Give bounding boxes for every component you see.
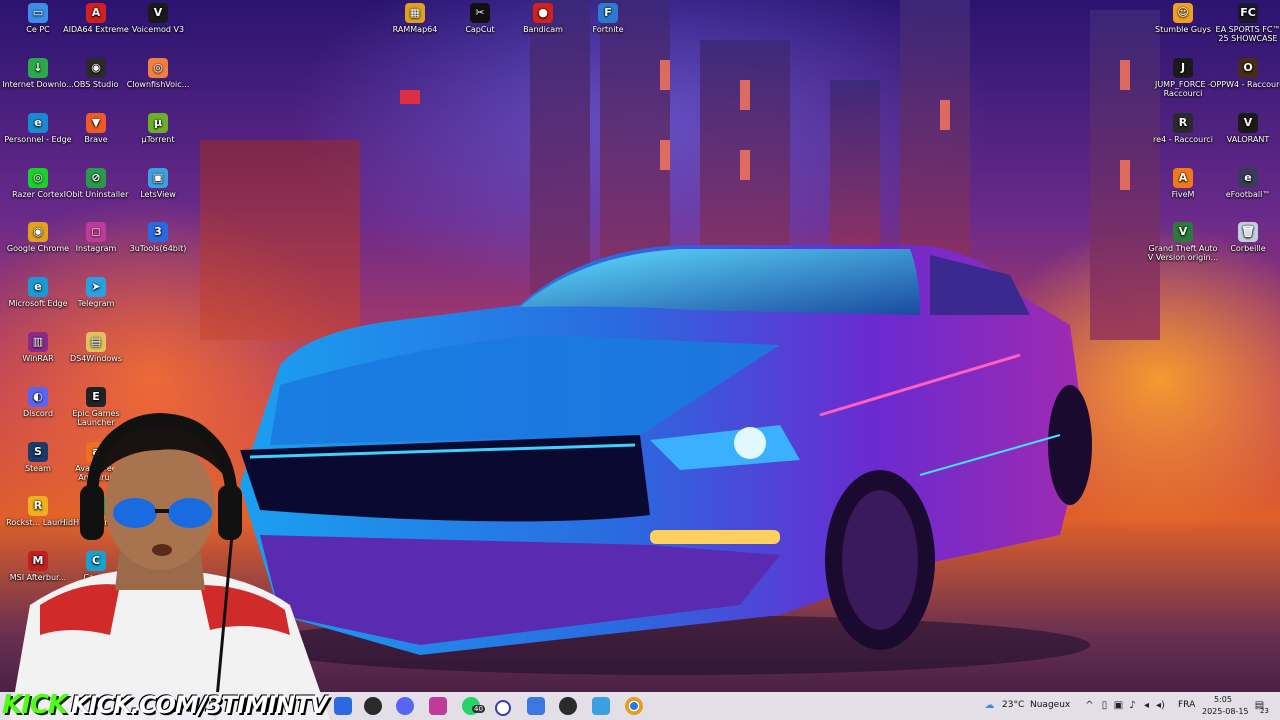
app-icon: ⊘ [86, 168, 106, 188]
lit-window [740, 150, 750, 180]
desktop-icon-torrent[interactable]: µ µTorrent [120, 113, 196, 144]
app-icon: J [1173, 58, 1193, 78]
sports-car-illustration [240, 245, 1092, 675]
desktop-icon-label: LetsView [140, 190, 176, 199]
lit-window [400, 90, 420, 104]
language-indicator[interactable]: FRA [1178, 700, 1195, 710]
desktop-icon-label: EA SPORTS FC™ 25 SHOWCASE [1215, 25, 1280, 43]
desktop-icon-label: eFootball™ [1225, 190, 1271, 199]
app-icon: ◻ [86, 222, 106, 242]
kick-channel-url: KICK.COM/3TIMINTV [71, 691, 328, 719]
kick-logo: KICK [2, 690, 68, 720]
desktop-icon-label: Corbeille [1230, 244, 1266, 253]
app-icon: ▭ [28, 3, 48, 23]
app-icon: A [86, 3, 106, 23]
lit-window [660, 60, 670, 90]
clock-date[interactable]: 2025-08-15 [1202, 707, 1249, 716]
app-icon: ◎ [148, 58, 168, 78]
lit-window [740, 80, 750, 110]
notification-count[interactable]: 23 [1260, 707, 1269, 715]
volume-icon[interactable]: ◂) [1155, 700, 1166, 711]
taskbar-whatsapp-icon[interactable]: 40 [462, 697, 485, 715]
kick-stream-banner: KICK KICK.COM/3TIMINTV [0, 690, 328, 720]
desktop-icon-label: 3uTools(64bit) [129, 244, 187, 253]
streamer-webcam [10, 413, 330, 720]
taskbar-obs-icon[interactable] [364, 697, 382, 715]
app-icon: ✂ [470, 3, 490, 23]
desktop-icon-valorant[interactable]: V VALORANT [1210, 113, 1280, 144]
desktop-icon-label: Telegram [77, 299, 115, 308]
taskbar-app-icon[interactable] [334, 697, 352, 715]
desktop-icon-label: µTorrent [141, 135, 175, 144]
desktop-icon-label: ClownfishVoic... [126, 80, 190, 89]
lit-window [940, 100, 950, 130]
desktop-icon-ea-sports-fc-25-showcase[interactable]: FC EA SPORTS FC™ 25 SHOWCASE [1210, 3, 1280, 43]
desktop-icon-oppw4-raccourci[interactable]: O OPPW4 - Raccourci [1210, 58, 1280, 89]
desktop-icon-voicemod-v3[interactable]: V Voicemod V3 [120, 3, 196, 34]
app-icon: ◉ [28, 222, 48, 242]
taskbar-player-icon[interactable] [559, 697, 577, 715]
desktop-icon-telegram[interactable]: ➤ Telegram [58, 277, 134, 308]
lit-window [660, 140, 670, 170]
app-icon: ☺ [1173, 3, 1193, 23]
desktop-icon-efootball[interactable]: e eFootball™ [1210, 168, 1280, 199]
app-icon: ▼ [86, 113, 106, 133]
whatsapp-badge: 40 [472, 705, 485, 713]
app-icon: O [1238, 58, 1258, 78]
desktop-icon-corbeille[interactable]: 🗑 Corbeille [1210, 222, 1280, 253]
app-icon: ◉ [86, 58, 106, 78]
app-icon: e [28, 277, 48, 297]
taskbar-game-icon[interactable] [527, 697, 545, 715]
tray-sound-icon[interactable]: ◂ [1141, 700, 1152, 711]
desktop-icon-label: DS4Windows [69, 354, 123, 363]
app-icon: FC [1238, 3, 1258, 23]
app-icon: ➤ [86, 277, 106, 297]
desktop-icon-label: OPPW4 - Raccourci [1210, 80, 1280, 89]
taskbar-instagram-icon[interactable] [429, 697, 447, 715]
taskbar-security-icon[interactable] [592, 697, 610, 715]
app-icon: e [28, 113, 48, 133]
app-icon: V [1173, 222, 1193, 242]
app-icon: ● [533, 3, 553, 23]
weather-cloud-icon[interactable]: ☁ [984, 700, 995, 711]
weather-temperature[interactable]: 23°C [1002, 700, 1024, 710]
desktop-icon-clownfishvoic[interactable]: ◎ ClownfishVoic... [120, 58, 196, 89]
skyline-building [830, 80, 880, 260]
clock-time[interactable]: 5:05 [1214, 695, 1232, 704]
desktop-icon-label: VALORANT [1226, 135, 1270, 144]
app-icon: ▤ [86, 332, 106, 352]
taskbar-chrome-icon[interactable] [625, 697, 643, 715]
app-icon: A [1173, 168, 1193, 188]
tray-app-icon[interactable]: ▯ [1099, 700, 1110, 711]
lit-window [1120, 160, 1130, 190]
app-icon: F [598, 3, 618, 23]
chevron-up-icon[interactable]: ^ [1084, 700, 1095, 711]
app-icon: V [1238, 113, 1258, 133]
app-icon: R [1173, 113, 1193, 133]
app-icon: ▣ [148, 168, 168, 188]
taskbar-discord-icon[interactable] [396, 697, 414, 715]
app-icon: 🗑 [1238, 222, 1258, 242]
desktop-icon-3utools-64bit[interactable]: 3 3uTools(64bit) [120, 222, 196, 253]
app-icon: V [148, 3, 168, 23]
desktop-icon-label: Fortnite [592, 25, 624, 34]
app-icon: ▥ [28, 332, 48, 352]
app-icon: 3 [148, 222, 168, 242]
tray-app-icon-2[interactable]: ▣ [1113, 700, 1124, 711]
app-icon: ↓ [28, 58, 48, 78]
app-icon: µ [148, 113, 168, 133]
app-icon: e [1238, 168, 1258, 188]
app-icon: ◎ [28, 168, 48, 188]
taskbar-search-icon[interactable] [495, 700, 511, 716]
desktop-icon-fortnite[interactable]: F Fortnite [570, 3, 646, 34]
desktop-icon-ds4windows[interactable]: ▤ DS4Windows [58, 332, 134, 363]
weather-description[interactable]: Nuageux [1030, 700, 1070, 710]
app-icon: ▦ [405, 3, 425, 23]
desktop-icon-label: Voicemod V3 [131, 25, 185, 34]
lit-window [1120, 60, 1130, 90]
microphone-icon[interactable]: ♪ [1127, 700, 1138, 711]
app-icon: ◐ [28, 387, 48, 407]
desktop-icon-letsview[interactable]: ▣ LetsView [120, 168, 196, 199]
app-icon: E [86, 387, 106, 407]
